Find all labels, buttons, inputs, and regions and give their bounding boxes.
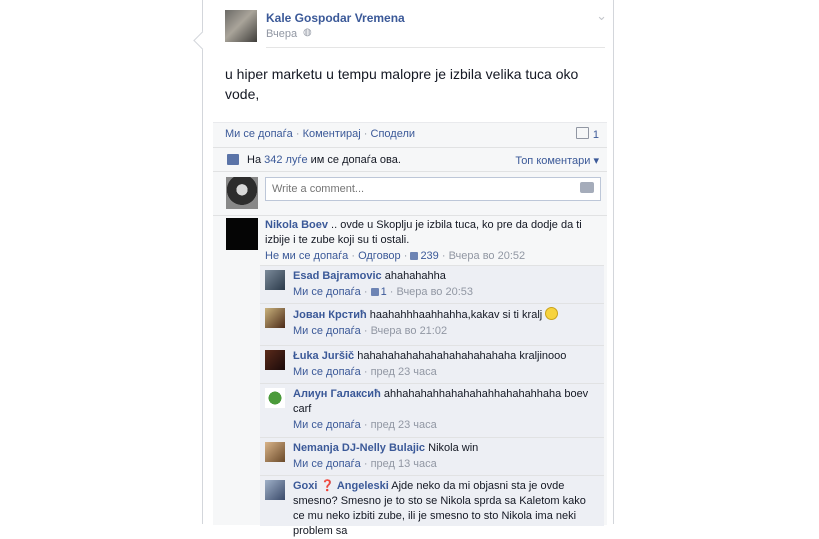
reply-time[interactable]: пред 23 часа xyxy=(371,366,437,378)
reply-name[interactable]: Јован Крстић xyxy=(293,309,367,321)
thumbs-up-icon xyxy=(370,288,379,296)
reply-avatar[interactable] xyxy=(265,442,285,462)
reply-meta: Ми се допаѓа · пред 23 часа xyxy=(293,419,437,431)
reply-name[interactable]: Esad Bajramovic xyxy=(293,270,382,282)
thumbs-up-icon xyxy=(410,252,419,260)
separator: · xyxy=(295,128,303,140)
reply-body: Goxi ❓ Angeleski Ajde neko da mi objasni… xyxy=(293,479,593,539)
reply-meta: Ми се допаѓа · пред 13 часа xyxy=(293,458,437,470)
reply-text: haahahhhaahhahha,kakav si ti kralj xyxy=(369,309,543,321)
reply-name[interactable]: Алиун Галаксић xyxy=(293,388,381,400)
reply-body: Esad Bajramovic ahahahahha Ми се допаѓа … xyxy=(293,269,593,300)
reply-like-button[interactable]: Ми се допаѓа xyxy=(293,286,361,298)
reply-time[interactable]: Вчера во 21:02 xyxy=(371,325,448,337)
comment-likes[interactable]: 239 xyxy=(410,250,439,262)
feedback-section: Ми се допаѓа · Коментирај · Сподели 1 На… xyxy=(213,122,607,537)
reply-item: Esad Bajramovic ahahahahha Ми се допаѓа … xyxy=(260,265,604,304)
author-avatar[interactable] xyxy=(225,10,257,42)
comment-button[interactable]: Коментирај xyxy=(303,128,361,140)
write-comment-row xyxy=(213,171,607,216)
reply-time[interactable]: пред 23 часа xyxy=(371,419,437,431)
post-card: Kale Gospodar Vremena Вчера ◍ ⌄ u hiper … xyxy=(193,0,614,537)
share-button[interactable]: Сподели xyxy=(371,128,416,140)
reply-item: Łuka Juršič hahahahahahahahahahahahaha k… xyxy=(260,345,604,384)
reply-item: Nemanja DJ-Nelly Bulajic Nikola win Ми с… xyxy=(260,437,604,476)
smiley-icon xyxy=(545,307,559,320)
reply-item: Goxi ❓ Angeleski Ajde neko da mi objasni… xyxy=(260,475,604,537)
separator: · xyxy=(363,128,371,140)
reply-text: ahahahahha xyxy=(384,270,446,282)
comment-likes-count: 239 xyxy=(420,250,439,262)
chevron-down-icon[interactable]: ⌄ xyxy=(596,8,607,24)
camera-icon[interactable] xyxy=(580,182,594,193)
reply-body: Алиун Галаксић ahhahahahhahahahahhahahah… xyxy=(293,387,593,433)
reply-time[interactable]: Вчера во 20:53 xyxy=(396,286,473,298)
unlike-button[interactable]: Не ми се допаѓа xyxy=(265,250,348,262)
reply-avatar[interactable] xyxy=(265,480,285,500)
reply-avatar[interactable] xyxy=(265,270,285,290)
reply-name[interactable]: Goxi ❓ Angeleski xyxy=(293,480,389,492)
likes-link[interactable]: 342 луѓе xyxy=(264,154,307,166)
reply-meta: Ми се допаѓа · Вчера во 21:02 xyxy=(293,325,448,337)
comment-input[interactable] xyxy=(270,182,574,196)
reply-button[interactable]: Одговор xyxy=(358,250,401,262)
reply-like-button[interactable]: Ми се допаѓа xyxy=(293,419,361,431)
likes-prefix: На xyxy=(247,154,265,166)
reply-text: Nikola win xyxy=(428,442,479,454)
reply-body: Јован Крстић haahahhhaahhahha,kakav si t… xyxy=(293,307,593,339)
reply-body: Nemanja DJ-Nelly Bulajic Nikola win Ми с… xyxy=(293,441,593,472)
comment-count-value: 1 xyxy=(592,129,599,141)
author-name[interactable]: Kale Gospodar Vremena xyxy=(266,11,405,25)
reply-meta: Ми се допаѓа · 1 · Вчера во 20:53 xyxy=(293,286,474,298)
likes-suffix: им се допаѓа ова. xyxy=(307,154,401,166)
post-actions: Ми се допаѓа · Коментирај · Сподели xyxy=(225,128,415,140)
reply-like-button[interactable]: Ми се допаѓа xyxy=(293,325,361,337)
viewer-avatar xyxy=(226,177,258,209)
likes-summary: На 342 луѓе им се допаѓа ова. xyxy=(247,154,401,166)
reply-item: Јован Крстић haahahhhaahhahha,kakav si t… xyxy=(260,303,604,346)
likes-row: На 342 луѓе им се допаѓа ова. Топ комент… xyxy=(213,147,607,172)
reply-like-button[interactable]: Ми се допаѓа xyxy=(293,458,361,470)
reply-meta: Ми се допаѓа · пред 23 часа xyxy=(293,366,437,378)
post-text: u hiper marketu u tempu malopre je izbil… xyxy=(225,66,579,102)
commenter-avatar[interactable] xyxy=(226,218,258,250)
comment-item: Nikola Boev .. ovde u Skoplju je izbila … xyxy=(213,215,607,266)
reply-likes[interactable]: 1 xyxy=(370,286,387,298)
header-divider xyxy=(266,47,605,48)
reply-time[interactable]: пред 13 часа xyxy=(371,458,437,470)
reply-avatar[interactable] xyxy=(265,388,285,408)
post-notch xyxy=(193,31,212,50)
globe-icon: ◍ xyxy=(303,27,312,38)
reply-avatar[interactable] xyxy=(265,350,285,370)
reply-avatar[interactable] xyxy=(265,308,285,328)
reply-text: hahahahahahahahahahahahaha kraljinooo xyxy=(357,350,567,362)
like-button[interactable]: Ми се допаѓа xyxy=(225,128,293,140)
comment-body: Nikola Boev .. ovde u Skoplju je izbila … xyxy=(265,218,595,264)
thumbs-up-icon xyxy=(227,154,239,165)
reply-body: Łuka Juršič hahahahahahahahahahahahaha k… xyxy=(293,349,593,380)
reply-likes-count: 1 xyxy=(380,286,387,298)
post-time[interactable]: Вчера xyxy=(266,28,297,40)
commenter-name[interactable]: Nikola Boev xyxy=(265,219,328,231)
reply-item: Алиун Галаксић ahhahahahhahahahahhahahah… xyxy=(260,383,604,438)
reply-like-button[interactable]: Ми се допаѓа xyxy=(293,366,361,378)
reply-name[interactable]: Nemanja DJ-Nelly Bulajic xyxy=(293,442,425,454)
comment-icon xyxy=(575,127,589,139)
reply-name[interactable]: Łuka Juršič xyxy=(293,350,354,362)
comment-time[interactable]: Вчера во 20:52 xyxy=(449,250,526,262)
top-comments-dropdown[interactable]: Топ коментари ▾ xyxy=(515,154,599,167)
comment-input-box[interactable] xyxy=(265,177,601,201)
comment-count[interactable]: 1 xyxy=(575,127,599,141)
comment-meta: Не ми се допаѓа · Одговор · 239 · Вчера … xyxy=(265,250,526,262)
